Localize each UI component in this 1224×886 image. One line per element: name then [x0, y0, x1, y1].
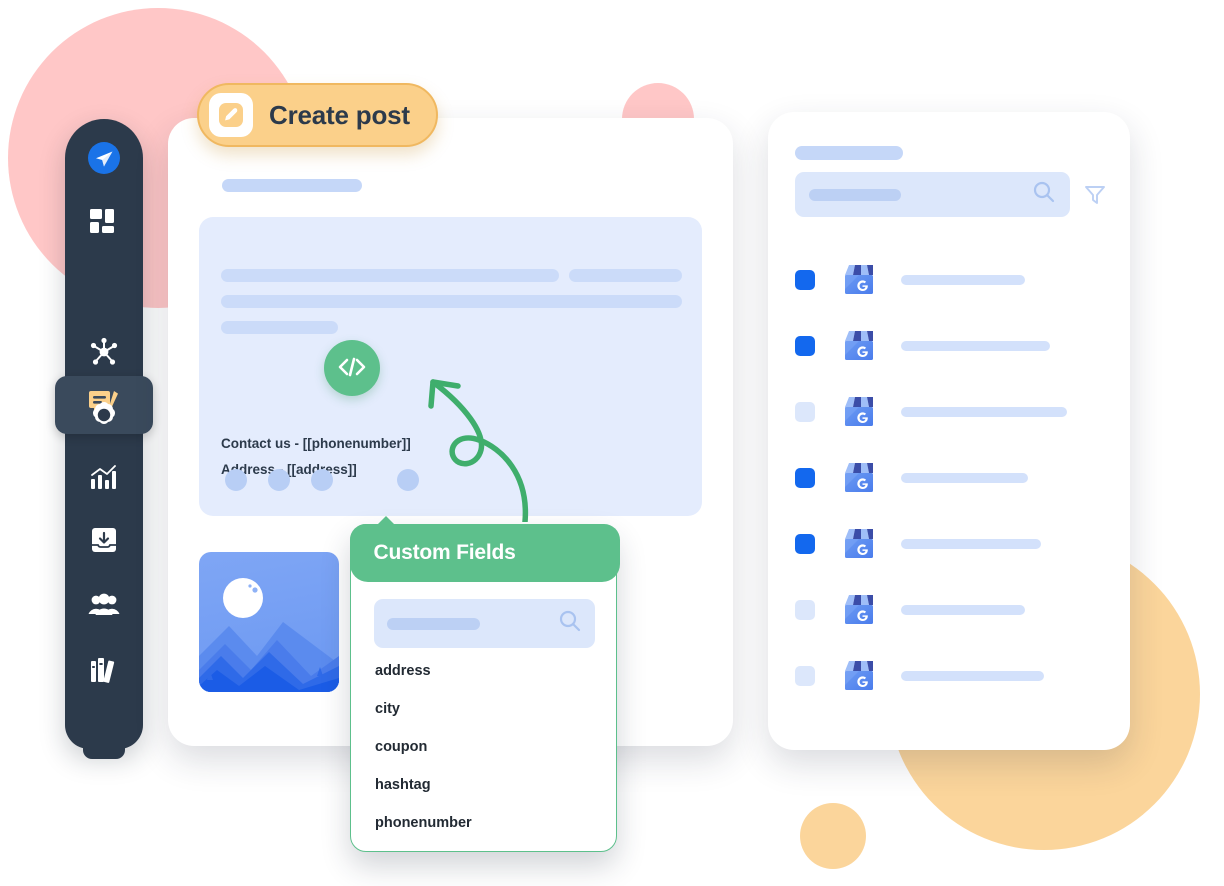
sidebar-item-library[interactable] [65, 644, 143, 698]
mountain-landscape-thumbnail[interactable] [199, 552, 339, 692]
compose-text-placeholder-1b [569, 269, 682, 282]
search-icon [1032, 180, 1056, 209]
custom-fields-title: Custom Fields [373, 540, 516, 564]
row-label-placeholder [901, 605, 1025, 615]
pencil-note-icon [209, 93, 253, 137]
custom-fields-code-button[interactable] [324, 340, 380, 396]
toolbar-dot-1[interactable] [225, 469, 247, 491]
curved-arrow-decoration [405, 362, 535, 527]
row-checkbox[interactable] [795, 666, 815, 686]
sidebar-item-analytics[interactable] [65, 451, 143, 505]
google-business-icon [839, 258, 879, 303]
custom-fields-search-input[interactable] [374, 599, 595, 648]
send-icon [87, 141, 121, 175]
custom-fields-popover: Custom Fields address city coupon hashta… [349, 516, 620, 853]
table-row[interactable] [795, 587, 1105, 633]
row-label-placeholder [901, 473, 1028, 483]
compose-text-placeholder-2 [221, 295, 682, 308]
inbox-icon [90, 526, 118, 554]
google-business-icon [839, 588, 879, 633]
filter-funnel-icon [1084, 186, 1106, 209]
custom-fields-header: Custom Fields [349, 523, 620, 582]
compose-text-placeholder-3 [221, 321, 338, 334]
sidebar-item-network[interactable] [65, 325, 143, 379]
app-sidebar [55, 119, 153, 759]
create-post-button[interactable]: Create post [197, 83, 438, 147]
analytics-icon [90, 465, 118, 491]
google-business-icon [839, 522, 879, 567]
table-row[interactable] [795, 257, 1105, 303]
row-label-placeholder [901, 539, 1041, 549]
search-icon [558, 609, 582, 638]
custom-field-item-address[interactable]: address [375, 663, 595, 679]
list-title-placeholder [795, 146, 903, 160]
merge-field-line-phonenumber: Contact us - [[phonenumber]] [221, 436, 411, 451]
compose-text-placeholder-1a [221, 269, 559, 282]
orange-circle-decoration-small [800, 803, 866, 869]
create-post-label: Create post [269, 99, 410, 130]
filter-button[interactable] [1084, 184, 1106, 209]
table-row[interactable] [795, 389, 1105, 435]
row-label-placeholder [901, 671, 1044, 681]
table-row[interactable] [795, 653, 1105, 699]
library-icon [90, 657, 118, 685]
google-business-icon [839, 324, 879, 369]
row-checkbox[interactable] [795, 600, 815, 620]
row-checkbox[interactable] [795, 336, 815, 356]
sidebar-item-integrations[interactable] [65, 388, 143, 442]
google-business-icon [839, 456, 879, 501]
code-brackets-icon [337, 356, 367, 381]
row-label-placeholder [901, 275, 1025, 285]
custom-field-item-phonenumber[interactable]: phonenumber [375, 815, 595, 831]
row-label-placeholder [901, 407, 1067, 417]
dashboard-icon [90, 209, 118, 235]
sidebar-item-inbox[interactable] [65, 513, 143, 567]
diamond-icon [90, 401, 118, 429]
custom-field-item-hashtag[interactable]: hashtag [375, 777, 595, 793]
table-row[interactable] [795, 521, 1105, 567]
row-checkbox[interactable] [795, 468, 815, 488]
toolbar-dot-2[interactable] [268, 469, 290, 491]
search-value-placeholder [809, 188, 901, 201]
row-checkbox[interactable] [795, 534, 815, 554]
locations-search-input[interactable] [795, 172, 1070, 217]
locations-list-card [768, 112, 1130, 750]
row-label-placeholder [901, 341, 1050, 351]
editor-title-placeholder [222, 179, 362, 192]
sidebar-item-team[interactable] [65, 578, 143, 632]
row-checkbox[interactable] [795, 402, 815, 422]
sidebar-item-dashboard[interactable] [65, 195, 143, 249]
custom-fields-list: address city coupon hashtag phonenumber [375, 663, 595, 853]
network-icon [89, 337, 119, 367]
toolbar-dot-3[interactable] [311, 469, 333, 491]
search-value-placeholder [387, 617, 480, 630]
team-icon [88, 593, 120, 617]
table-row[interactable] [795, 323, 1105, 369]
sidebar-item-send[interactable] [65, 131, 143, 185]
google-business-icon [839, 654, 879, 699]
custom-field-item-city[interactable]: city [375, 701, 595, 717]
google-business-icon [839, 390, 879, 435]
custom-field-item-coupon[interactable]: coupon [375, 739, 595, 755]
row-checkbox[interactable] [795, 270, 815, 290]
table-row[interactable] [795, 455, 1105, 501]
illustration-canvas: Contact us - [[phonenumber]] Address - [… [0, 0, 1224, 886]
